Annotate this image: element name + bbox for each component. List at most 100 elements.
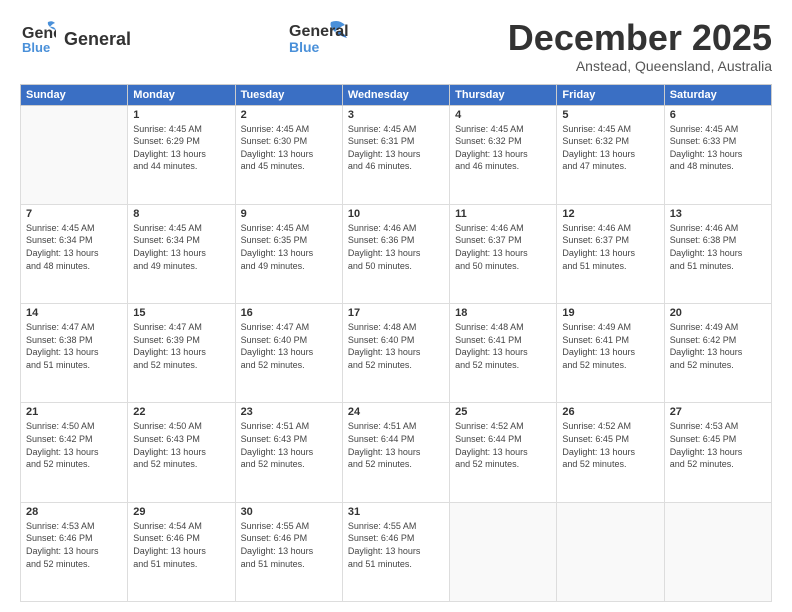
- day-number: 19: [562, 307, 658, 319]
- day-info: Sunrise: 4:48 AMSunset: 6:41 PMDaylight:…: [455, 321, 551, 371]
- calendar-cell: 26 Sunrise: 4:52 AMSunset: 6:45 PMDayligh…: [557, 403, 664, 502]
- day-number: 18: [455, 307, 551, 319]
- calendar-cell: 24 Sunrise: 4:51 AMSunset: 6:44 PMDayligh…: [342, 403, 449, 502]
- day-number: 6: [670, 109, 766, 121]
- page: General Blue General General Blue: [0, 0, 792, 612]
- calendar-cell: 16Sunrise: 4:47 AMSunset: 6:40 PMDayligh…: [235, 304, 342, 403]
- calendar-cell: 23Sunrise: 4:51 AMSunset: 6:43 PMDayligh…: [235, 403, 342, 502]
- day-info: Sunrise: 4:46 AMSunset: 6:37 PMDaylight:…: [455, 222, 551, 272]
- day-info: Sunrise: 4:49 AMSunset: 6:41 PMDaylight:…: [562, 321, 658, 371]
- calendar-cell: 30 Sunrise: 4:55 AMSunset: 6:46 PMDayligh…: [235, 502, 342, 601]
- calendar-cell: 12Sunrise: 4:46 AMSunset: 6:37 PMDayligh…: [557, 204, 664, 303]
- calendar-cell: 6Sunrise: 4:45 AMSunset: 6:33 PMDaylight…: [664, 105, 771, 204]
- day-info: Sunrise: 4:54 AMSunset: 6:46 PMDaylight:…: [133, 520, 229, 570]
- calendar-week-row: 28Sunrise: 4:53 AMSunset: 6:46 PMDayligh…: [21, 502, 772, 601]
- col-friday: Friday: [557, 84, 664, 105]
- calendar-week-row: 1 Sunrise: 4:45 AMSunset: 6:29 PMDaylight…: [21, 105, 772, 204]
- day-number: 31: [348, 506, 444, 518]
- day-number: 30: [241, 506, 337, 518]
- day-number: 20: [670, 307, 766, 319]
- day-number: 21: [26, 406, 122, 418]
- day-info: Sunrise: 4:46 AMSunset: 6:38 PMDaylight:…: [670, 222, 766, 272]
- day-number: 11: [455, 208, 551, 220]
- day-number: 25: [455, 406, 551, 418]
- calendar-cell: 1 Sunrise: 4:45 AMSunset: 6:29 PMDaylight…: [128, 105, 235, 204]
- day-number: 7: [26, 208, 122, 220]
- day-info: Sunrise: 4:52 AMSunset: 6:44 PMDaylight:…: [455, 420, 551, 470]
- day-info: Sunrise: 4:53 AMSunset: 6:45 PMDaylight:…: [670, 420, 766, 470]
- calendar-cell: 17Sunrise: 4:48 AMSunset: 6:40 PMDayligh…: [342, 304, 449, 403]
- calendar-cell: 15Sunrise: 4:47 AMSunset: 6:39 PMDayligh…: [128, 304, 235, 403]
- calendar-cell: 10 Sunrise: 4:46 AMSunset: 6:36 PMDayligh…: [342, 204, 449, 303]
- calendar-cell: 4 Sunrise: 4:45 AMSunset: 6:32 PMDaylight…: [450, 105, 557, 204]
- day-info: Sunrise: 4:45 AMSunset: 6:31 PMDaylight:…: [348, 123, 444, 173]
- calendar-header-row: Sunday Monday Tuesday Wednesday Thursday…: [21, 84, 772, 105]
- day-number: 5: [562, 109, 658, 121]
- svg-text:Blue: Blue: [22, 40, 50, 54]
- calendar-cell: 22 Sunrise: 4:50 AMSunset: 6:43 PMDayligh…: [128, 403, 235, 502]
- day-info: Sunrise: 4:55 AMSunset: 6:46 PMDaylight:…: [241, 520, 337, 570]
- day-info: Sunrise: 4:50 AMSunset: 6:43 PMDaylight:…: [133, 420, 229, 470]
- day-number: 4: [455, 109, 551, 121]
- col-saturday: Saturday: [664, 84, 771, 105]
- day-number: 22: [133, 406, 229, 418]
- day-info: Sunrise: 4:47 AMSunset: 6:40 PMDaylight:…: [241, 321, 337, 371]
- svg-text:Blue: Blue: [289, 39, 320, 55]
- logo-full: General Blue: [289, 18, 349, 58]
- day-number: 3: [348, 109, 444, 121]
- calendar-cell: 28Sunrise: 4:53 AMSunset: 6:46 PMDayligh…: [21, 502, 128, 601]
- calendar-cell: 20 Sunrise: 4:49 AMSunset: 6:42 PMDayligh…: [664, 304, 771, 403]
- day-info: Sunrise: 4:45 AMSunset: 6:34 PMDaylight:…: [26, 222, 122, 272]
- day-info: Sunrise: 4:49 AMSunset: 6:42 PMDaylight:…: [670, 321, 766, 371]
- day-number: 24: [348, 406, 444, 418]
- month-title: December 2025: [508, 18, 772, 58]
- day-info: Sunrise: 4:46 AMSunset: 6:36 PMDaylight:…: [348, 222, 444, 272]
- day-number: 26: [562, 406, 658, 418]
- calendar-week-row: 14Sunrise: 4:47 AMSunset: 6:38 PMDayligh…: [21, 304, 772, 403]
- calendar-cell: 2Sunrise: 4:45 AMSunset: 6:30 PMDaylight…: [235, 105, 342, 204]
- day-info: Sunrise: 4:45 AMSunset: 6:32 PMDaylight:…: [562, 123, 658, 173]
- day-number: 10: [348, 208, 444, 220]
- calendar-cell: 8 Sunrise: 4:45 AMSunset: 6:34 PMDaylight…: [128, 204, 235, 303]
- calendar-cell: 11 Sunrise: 4:46 AMSunset: 6:37 PMDayligh…: [450, 204, 557, 303]
- calendar-cell: 18 Sunrise: 4:48 AMSunset: 6:41 PMDayligh…: [450, 304, 557, 403]
- calendar-cell: 13Sunrise: 4:46 AMSunset: 6:38 PMDayligh…: [664, 204, 771, 303]
- day-info: Sunrise: 4:45 AMSunset: 6:32 PMDaylight:…: [455, 123, 551, 173]
- day-number: 12: [562, 208, 658, 220]
- day-info: Sunrise: 4:45 AMSunset: 6:34 PMDaylight:…: [133, 222, 229, 272]
- calendar-cell: 25 Sunrise: 4:52 AMSunset: 6:44 PMDayligh…: [450, 403, 557, 502]
- title-section: December 2025 Anstead, Queensland, Austr…: [508, 18, 772, 74]
- calendar-cell: [21, 105, 128, 204]
- day-info: Sunrise: 4:45 AMSunset: 6:29 PMDaylight:…: [133, 123, 229, 173]
- day-info: Sunrise: 4:51 AMSunset: 6:43 PMDaylight:…: [241, 420, 337, 470]
- day-number: 14: [26, 307, 122, 319]
- col-tuesday: Tuesday: [235, 84, 342, 105]
- day-info: Sunrise: 4:45 AMSunset: 6:30 PMDaylight:…: [241, 123, 337, 173]
- calendar-week-row: 7 Sunrise: 4:45 AMSunset: 6:34 PMDaylight…: [21, 204, 772, 303]
- day-info: Sunrise: 4:47 AMSunset: 6:39 PMDaylight:…: [133, 321, 229, 371]
- calendar-cell: 3 Sunrise: 4:45 AMSunset: 6:31 PMDaylight…: [342, 105, 449, 204]
- calendar-cell: [450, 502, 557, 601]
- calendar-cell: 27Sunrise: 4:53 AMSunset: 6:45 PMDayligh…: [664, 403, 771, 502]
- col-monday: Monday: [128, 84, 235, 105]
- calendar-cell: [557, 502, 664, 601]
- day-info: Sunrise: 4:45 AMSunset: 6:35 PMDaylight:…: [241, 222, 337, 272]
- calendar-cell: 21Sunrise: 4:50 AMSunset: 6:42 PMDayligh…: [21, 403, 128, 502]
- day-number: 28: [26, 506, 122, 518]
- logo-general-text: General: [64, 29, 131, 49]
- calendar-cell: 29 Sunrise: 4:54 AMSunset: 6:46 PMDayligh…: [128, 502, 235, 601]
- logo-icon: General Blue: [20, 18, 56, 54]
- day-number: 1: [133, 109, 229, 121]
- day-number: 29: [133, 506, 229, 518]
- day-info: Sunrise: 4:52 AMSunset: 6:45 PMDaylight:…: [562, 420, 658, 470]
- day-number: 17: [348, 307, 444, 319]
- location: Anstead, Queensland, Australia: [508, 58, 772, 74]
- day-info: Sunrise: 4:51 AMSunset: 6:44 PMDaylight:…: [348, 420, 444, 470]
- col-sunday: Sunday: [21, 84, 128, 105]
- col-wednesday: Wednesday: [342, 84, 449, 105]
- calendar-cell: 5 Sunrise: 4:45 AMSunset: 6:32 PMDaylight…: [557, 105, 664, 204]
- calendar-table: Sunday Monday Tuesday Wednesday Thursday…: [20, 84, 772, 602]
- calendar-cell: 31Sunrise: 4:55 AMSunset: 6:46 PMDayligh…: [342, 502, 449, 601]
- day-number: 9: [241, 208, 337, 220]
- day-number: 8: [133, 208, 229, 220]
